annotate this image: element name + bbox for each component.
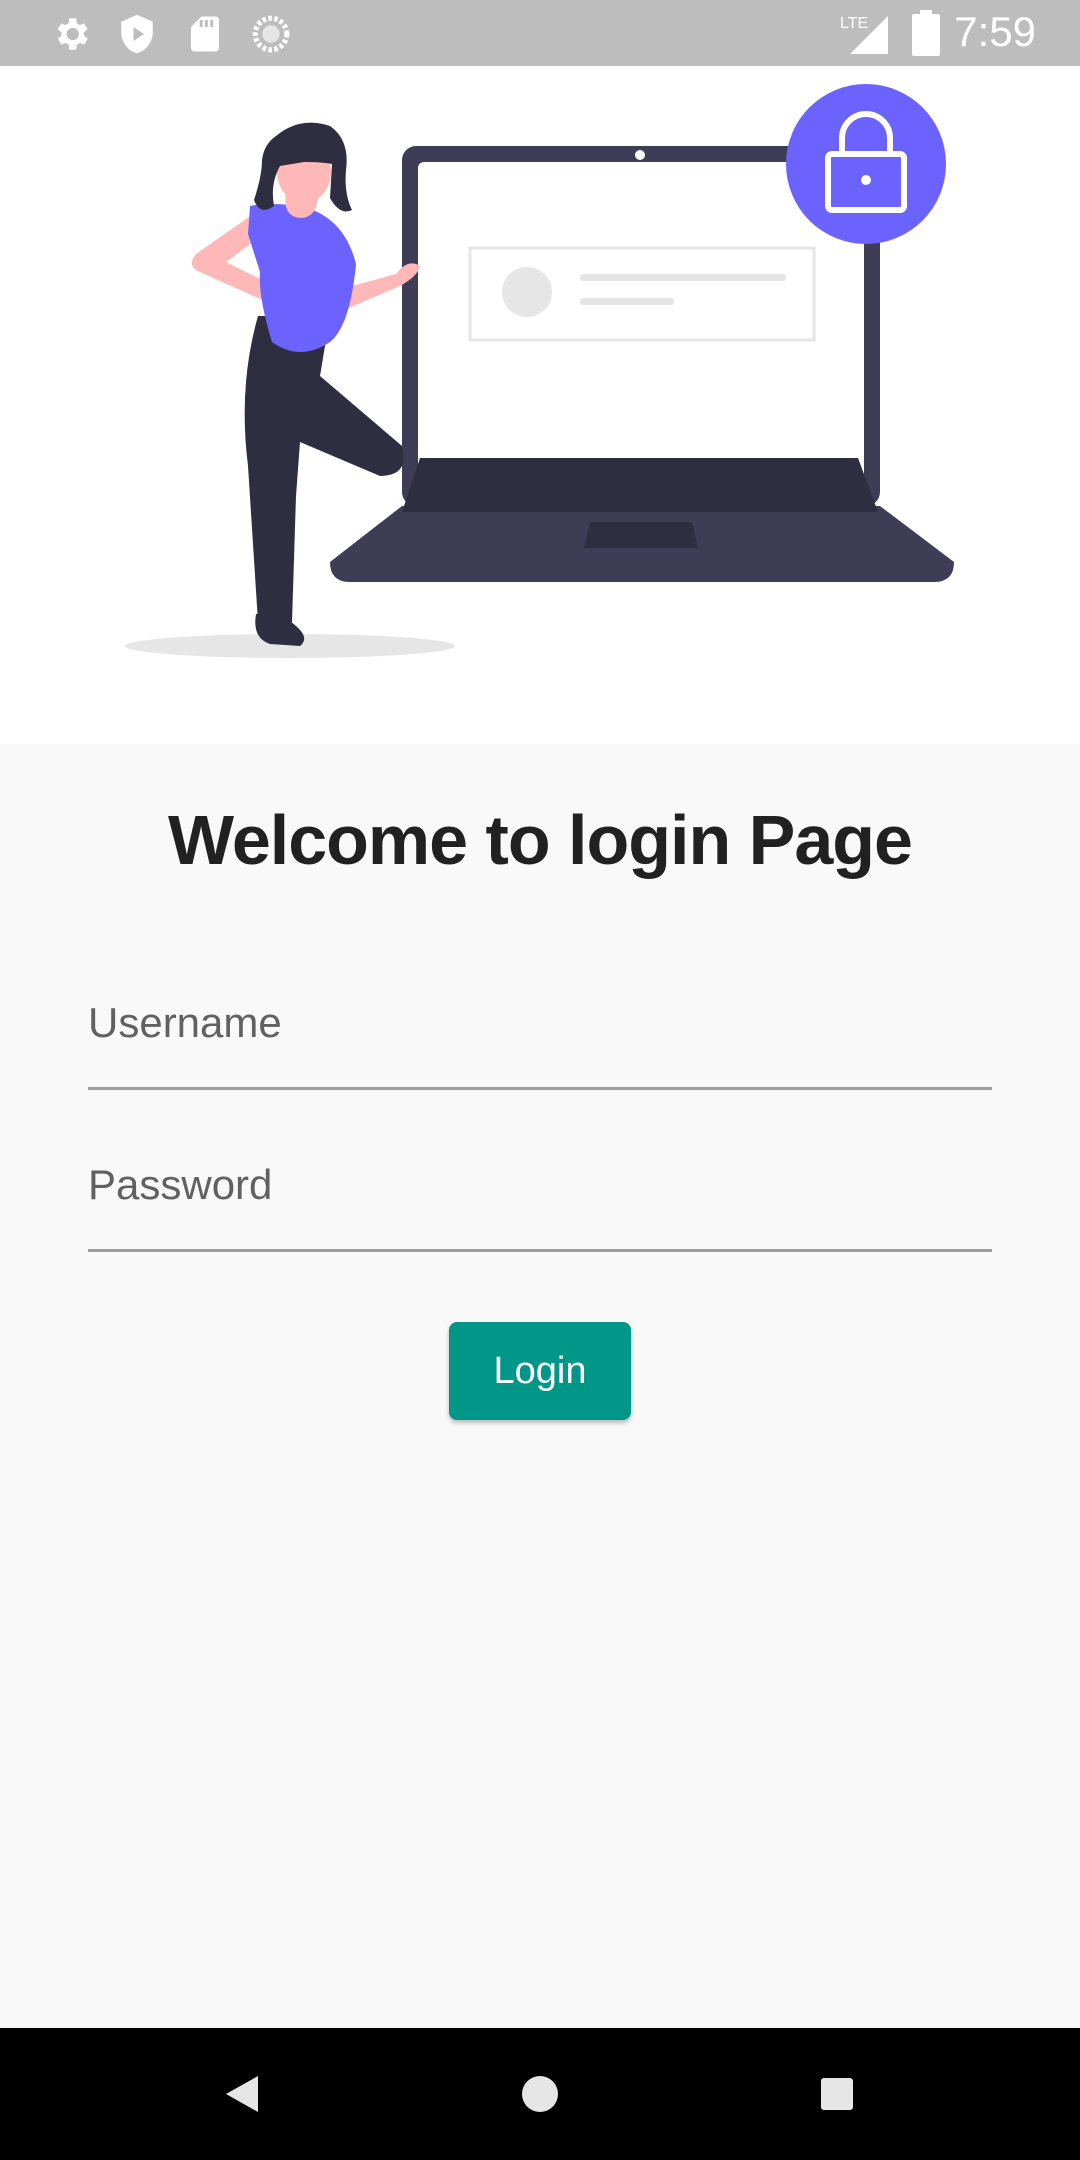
lock-icon [786,84,946,244]
username-input[interactable] [88,970,992,1090]
gear-icon [50,13,92,60]
network-type-label: LTE [840,15,868,32]
status-bar: LTE 7:59 [0,0,1080,66]
password-underline [88,1249,992,1252]
recents-button[interactable] [767,2028,907,2160]
login-button[interactable]: Login [449,1322,631,1420]
battery-icon [912,10,940,61]
password-field[interactable] [88,1132,992,1252]
shield-play-icon [116,13,158,60]
back-button[interactable] [172,2028,312,2160]
home-icon [522,2076,558,2112]
home-button[interactable] [470,2028,610,2160]
username-field[interactable] [88,970,992,1090]
back-icon [226,2076,258,2112]
page-title: Welcome to login Page [168,801,913,879]
navigation-bar [0,2028,1080,2160]
password-input[interactable] [88,1132,992,1252]
status-time: 7:59 [954,8,1036,55]
sd-card-icon [184,13,226,60]
login-illustration [0,66,1080,744]
sync-circle-icon [250,13,292,60]
recents-icon [821,2078,853,2110]
signal-icon: LTE [840,12,892,59]
username-underline [88,1087,992,1090]
